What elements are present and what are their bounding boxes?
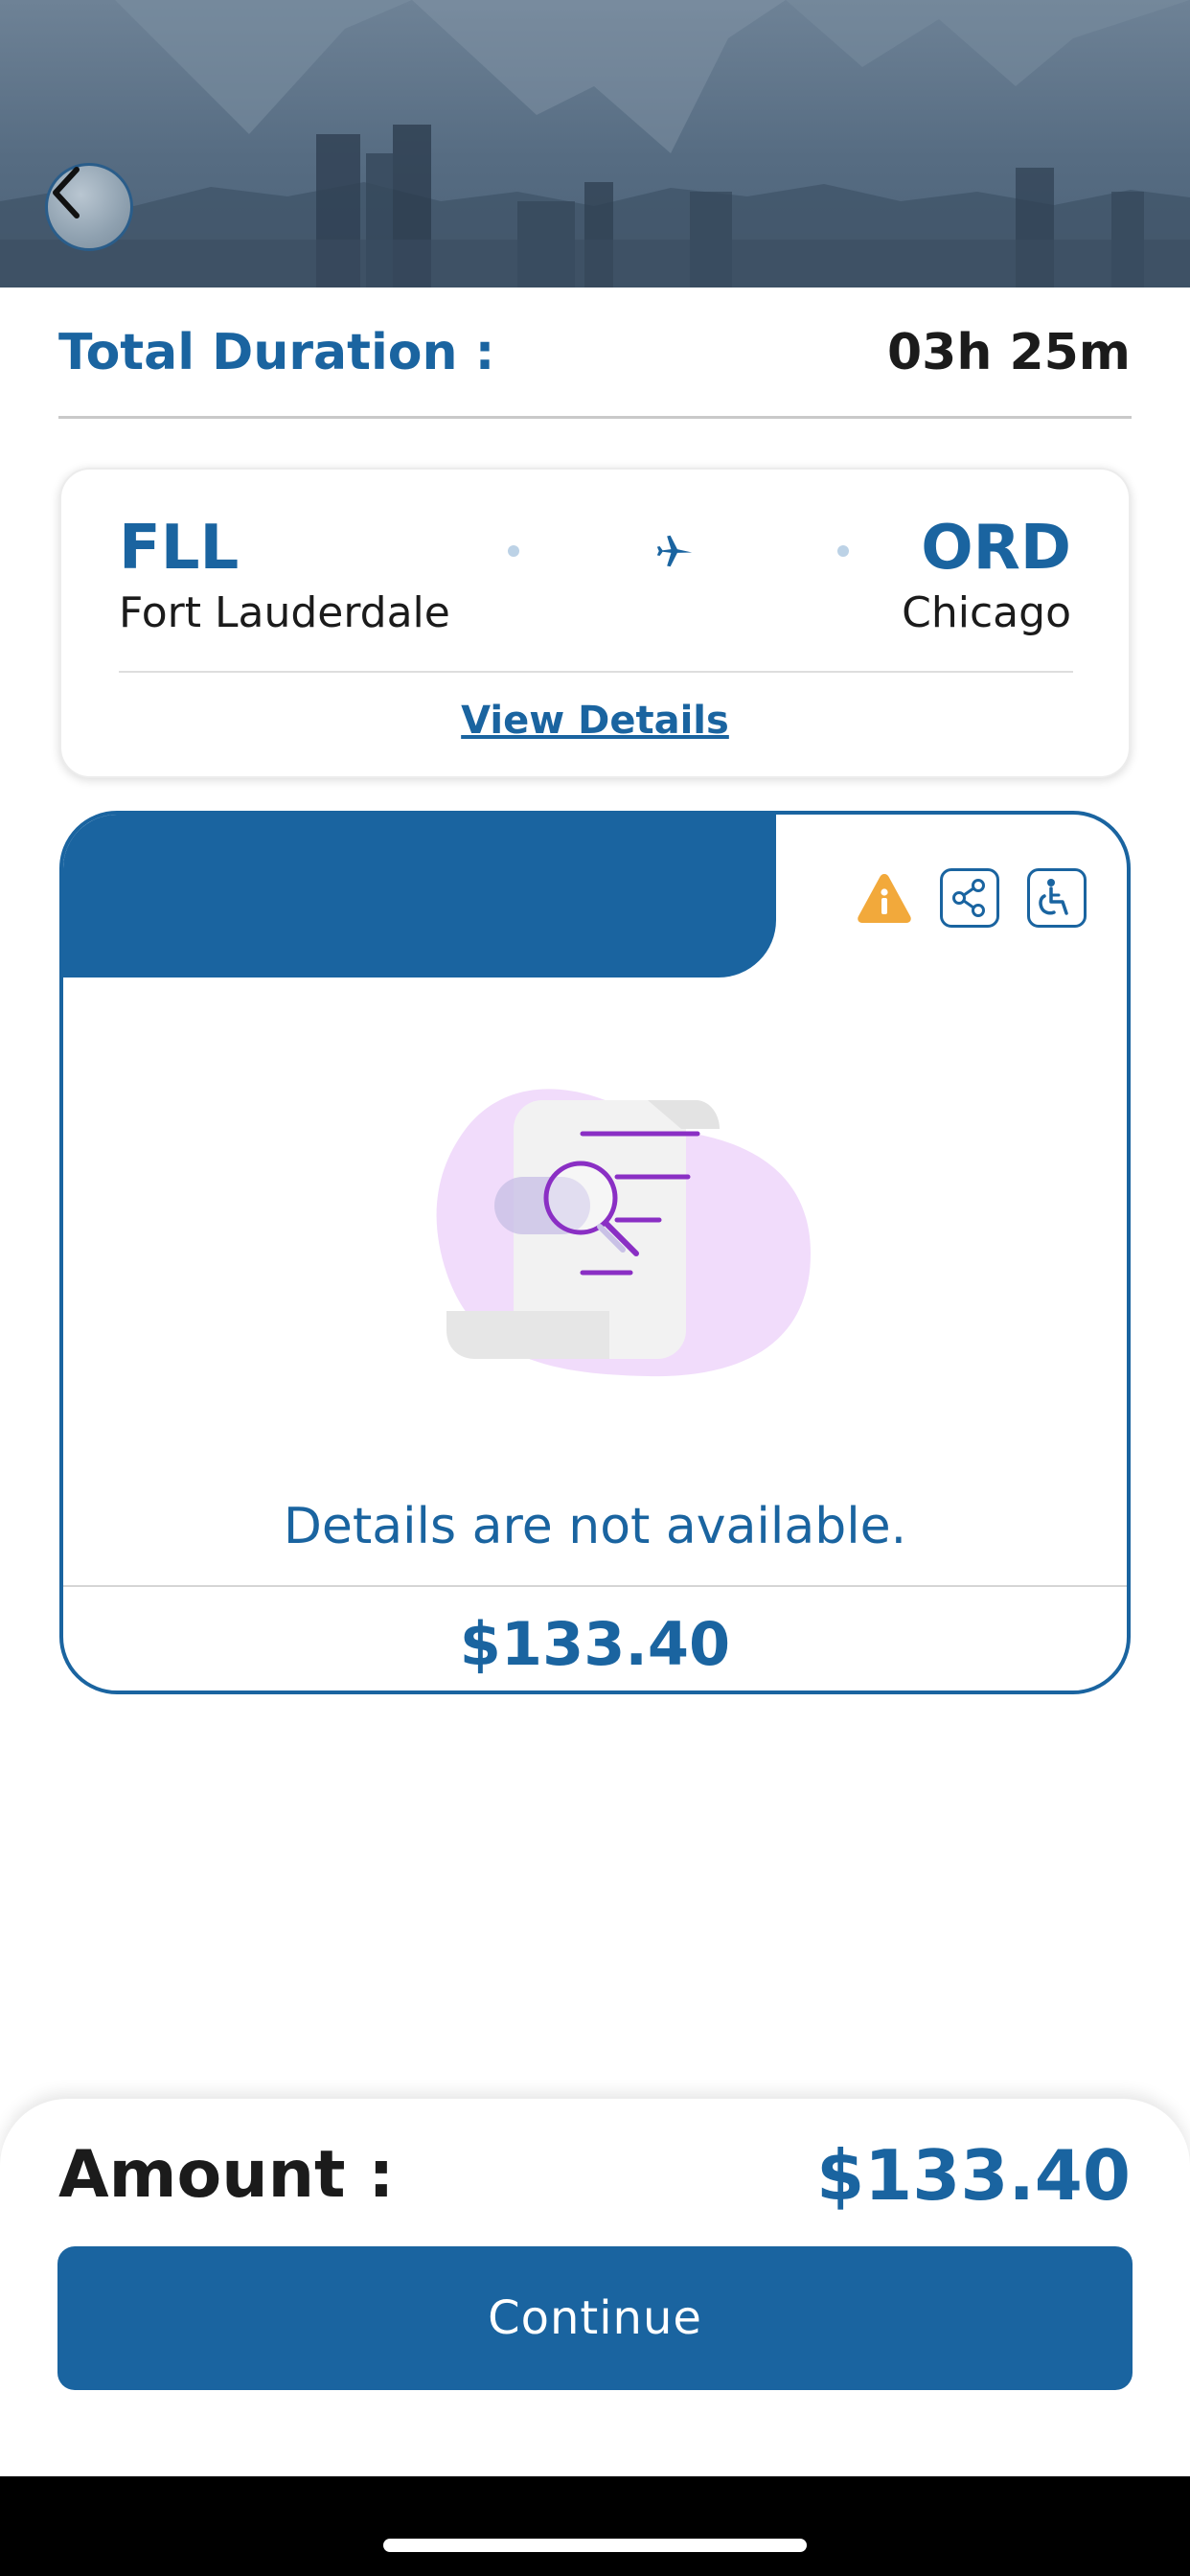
airplane-icon [656, 535, 693, 567]
origin-airport-code: FLL [119, 513, 240, 584]
divider [58, 416, 1132, 419]
continue-button[interactable]: Continue [57, 2246, 1133, 2390]
fare-price: $133.40 [459, 1609, 731, 1679]
header-banner [0, 0, 1190, 288]
share-icon [952, 879, 985, 917]
home-indicator[interactable] [383, 2539, 807, 2552]
empty-state-message: Details are not available. [283, 1498, 907, 1555]
fare-card: Details are not available. $133.40 [59, 811, 1131, 1694]
divider [119, 671, 1073, 673]
share-button[interactable] [940, 868, 999, 928]
back-button[interactable] [45, 163, 133, 251]
origin-city: Fort Lauderdale [119, 588, 450, 637]
chevron-left-icon [53, 167, 80, 218]
view-details-link[interactable]: View Details [61, 696, 1129, 746]
warning-icon[interactable] [855, 868, 914, 928]
home-indicator-area [0, 2476, 1190, 2576]
city-skyline-image [0, 0, 1190, 288]
destination-airport-code: ORD [921, 513, 1071, 584]
checkout-bottom-sheet: Amount : $133.40 Continue [0, 2099, 1190, 2482]
total-duration-value: 03h 25m [886, 324, 1131, 381]
accessibility-button[interactable] [1027, 868, 1087, 928]
total-duration-label: Total Duration : [58, 324, 495, 381]
fare-card-header-tab [63, 815, 776, 978]
amount-label: Amount : [58, 2137, 395, 2213]
document-search-illustration [436, 1089, 811, 1377]
route-dot [837, 545, 849, 557]
route-card: FLL Fort Lauderdale ORD Chicago View Det… [59, 468, 1131, 778]
divider [63, 1585, 1127, 1587]
wheelchair-accessible-icon [1039, 879, 1068, 915]
route-dot [508, 545, 519, 557]
destination-city: Chicago [902, 588, 1071, 637]
amount-value: $133.40 [816, 2135, 1131, 2216]
